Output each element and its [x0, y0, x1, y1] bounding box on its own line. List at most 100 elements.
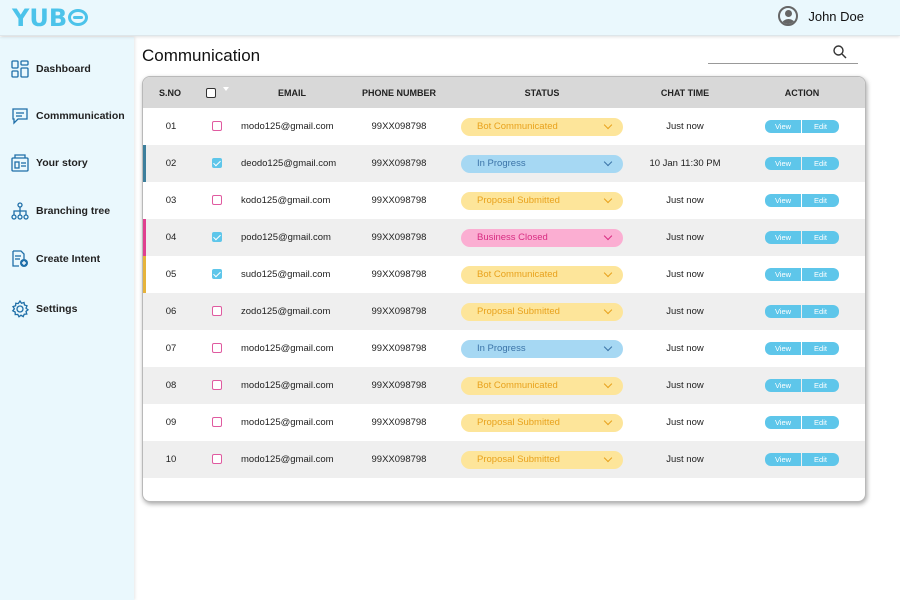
sidebar-item-label: Branching tree: [36, 205, 111, 217]
cell-phone: 99XX098798: [371, 306, 427, 317]
sno-text: 08: [165, 380, 177, 391]
column-header-select: [197, 77, 237, 108]
status-dropdown[interactable]: Proposal Submitted: [461, 450, 623, 469]
column-header-sno[interactable]: S.NO: [143, 77, 197, 108]
column-header-phone[interactable]: PHONE NUMBER: [347, 77, 451, 108]
row-checkbox[interactable]: [212, 380, 222, 391]
status-label: Proposal Submitted: [477, 417, 560, 428]
status-label: Proposal Submitted: [477, 454, 560, 465]
edit-button[interactable]: Edit: [802, 379, 839, 392]
select-all-checkbox[interactable]: [205, 87, 216, 98]
row-checkbox[interactable]: [212, 454, 222, 465]
view-button[interactable]: View: [765, 268, 801, 281]
cell-chat-time: Just now: [666, 380, 704, 391]
user-avatar-icon[interactable]: [778, 6, 799, 26]
status-dropdown[interactable]: Bot Communicated: [461, 376, 623, 395]
status-dropdown[interactable]: Bot Communicated: [461, 265, 623, 284]
sidebar-item-your-story[interactable]: Your story: [10, 153, 88, 173]
sno-text: 09: [165, 417, 177, 428]
row-checkbox[interactable]: [212, 343, 222, 354]
row-checkbox[interactable]: [212, 269, 222, 280]
row-checkbox[interactable]: [212, 195, 222, 206]
cell-chat-time: Just now: [666, 306, 704, 317]
edit-button[interactable]: Edit: [802, 231, 839, 244]
cell-status: Business Closed: [451, 219, 633, 256]
chat-bubble-logo-icon: [68, 8, 89, 26]
table-row[interactable]: 06 zodo125@gmail.com 99XX098798 Proposal Su…: [143, 293, 865, 330]
sidebar-item-create-intent[interactable]: Create Intent: [10, 249, 100, 269]
table-row[interactable]: 07 modo125@gmail.com 99XX098798 In Progress…: [143, 330, 865, 367]
table-row[interactable]: 08 modo125@gmail.com 99XX098798 Bot Communi…: [143, 367, 865, 404]
cell-phone: 99XX098798: [371, 195, 427, 206]
cell-select: [197, 145, 237, 182]
status-dropdown[interactable]: In Progress: [461, 339, 623, 358]
table-row[interactable]: 01 modo125@gmail.com 99XX098798 Bot Communi…: [143, 108, 865, 145]
view-button[interactable]: View: [765, 157, 801, 170]
column-header-chat-time[interactable]: CHAT TIME: [633, 77, 737, 108]
status-label: Bot Communicated: [477, 121, 558, 132]
table-row[interactable]: 05 sudo125@gmail.com 99XX098798 Bot Communi…: [143, 256, 865, 293]
row-checkbox[interactable]: [212, 306, 222, 317]
status-dropdown[interactable]: In Progress: [461, 154, 623, 173]
view-button[interactable]: View: [765, 120, 801, 133]
table-row[interactable]: 10 modo125@gmail.com 99XX098798 Proposal Su…: [143, 441, 865, 478]
status-dropdown[interactable]: Proposal Submitted: [461, 302, 623, 321]
view-button[interactable]: View: [765, 342, 801, 355]
select-menu-caret-icon[interactable]: [222, 86, 229, 91]
cell-phone: 99XX098798: [371, 454, 427, 465]
sidebar-item-communication[interactable]: Commmunication: [10, 106, 125, 126]
sno-text: 02: [165, 158, 177, 169]
status-dropdown[interactable]: Proposal Submitted: [461, 413, 623, 432]
status-label: Bot Communicated: [477, 380, 558, 391]
cell-status: Bot Communicated: [451, 108, 633, 145]
edit-button[interactable]: Edit: [802, 342, 839, 355]
edit-button[interactable]: Edit: [802, 157, 839, 170]
cell-sno: 05: [143, 256, 197, 293]
cell-sno: 10: [143, 441, 197, 478]
branching-tree-icon: [10, 201, 30, 221]
column-header-email[interactable]: EMAIL: [237, 77, 347, 108]
table-row[interactable]: 02 deodo125@gmail.com 99XX098798 In Progres…: [143, 145, 865, 182]
edit-button[interactable]: Edit: [802, 120, 839, 133]
row-checkbox[interactable]: [212, 417, 222, 428]
row-checkbox[interactable]: [212, 121, 222, 132]
status-dropdown[interactable]: Proposal Submitted: [461, 191, 623, 210]
cell-sno: 08: [143, 367, 197, 404]
top-bar: YUB John Doe: [0, 0, 900, 36]
row-checkbox[interactable]: [212, 232, 222, 243]
cell-status: In Progress: [451, 145, 633, 182]
edit-button[interactable]: Edit: [802, 453, 839, 466]
table-row[interactable]: 09 modo125@gmail.com 99XX098798 Proposal Su…: [143, 404, 865, 441]
sidebar-item-dashboard[interactable]: Dashboard: [10, 59, 91, 79]
status-dropdown[interactable]: Bot Communicated: [461, 117, 623, 136]
sidebar-item-settings[interactable]: Settings: [10, 299, 77, 319]
chevron-down-icon: [603, 379, 613, 388]
view-button[interactable]: View: [765, 416, 801, 429]
yubo-logo[interactable]: YUB: [12, 4, 89, 32]
status-dropdown[interactable]: Business Closed: [461, 228, 623, 247]
view-button[interactable]: View: [765, 453, 801, 466]
search-icon[interactable]: [832, 44, 848, 60]
column-header-status[interactable]: STATUS: [451, 77, 633, 108]
edit-button[interactable]: Edit: [802, 416, 839, 429]
user-menu[interactable]: John Doe: [778, 6, 864, 26]
chevron-down-icon: [603, 194, 613, 203]
sidebar-item-branching-tree[interactable]: Branching tree: [10, 201, 110, 221]
view-button[interactable]: View: [765, 194, 801, 207]
view-button[interactable]: View: [765, 305, 801, 318]
edit-button[interactable]: Edit: [802, 194, 839, 207]
search-box[interactable]: [708, 44, 858, 64]
table-row[interactable]: 04 podo125@gmail.com 99XX098798 Business Cl…: [143, 219, 865, 256]
view-button[interactable]: View: [765, 379, 801, 392]
user-name[interactable]: John Doe: [808, 9, 864, 24]
edit-button[interactable]: Edit: [802, 305, 839, 318]
view-button[interactable]: View: [765, 231, 801, 244]
edit-button[interactable]: Edit: [802, 268, 839, 281]
search-input[interactable]: [708, 45, 828, 63]
cell-phone: 99XX098798: [371, 232, 427, 243]
logo-text: YUB: [12, 4, 68, 32]
table-row[interactable]: 03 kodo125@gmail.com 99XX098798 Proposal Su…: [143, 182, 865, 219]
status-label: Proposal Submitted: [477, 306, 560, 317]
status-label: In Progress: [477, 343, 526, 354]
row-checkbox[interactable]: [212, 158, 222, 169]
